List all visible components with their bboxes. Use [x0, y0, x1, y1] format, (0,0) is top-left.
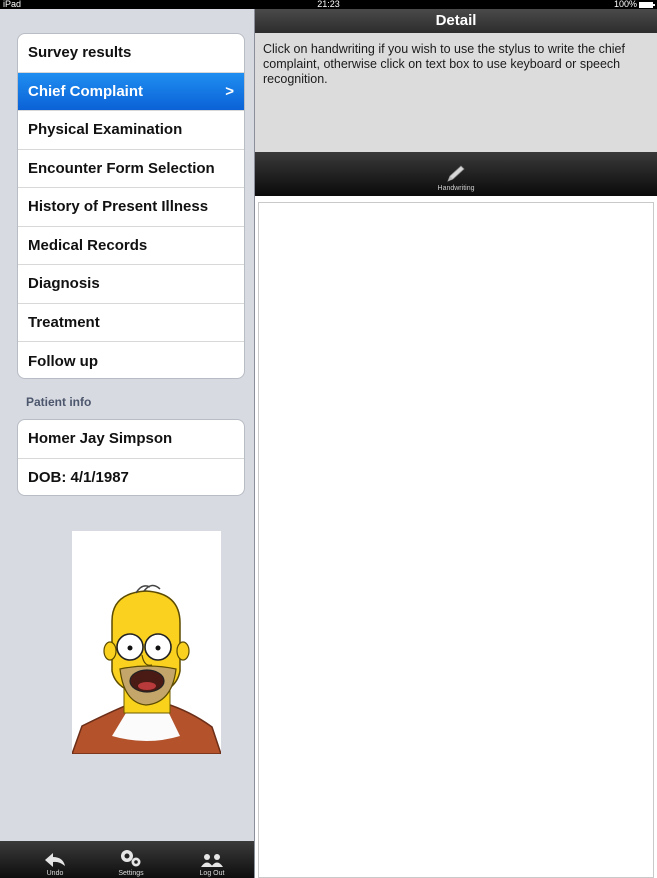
menu-item-treatment[interactable]: Treatment: [18, 304, 244, 342]
menu-item-label: Follow up: [28, 352, 98, 370]
undo-button[interactable]: Undo: [27, 841, 83, 878]
menu-item-physical-examination[interactable]: Physical Examination: [18, 111, 244, 150]
menu-item-label: History of Present Illness: [28, 198, 209, 216]
undo-label: Undo: [46, 870, 64, 877]
logout-label: Log Out: [199, 870, 225, 877]
settings-icon: [121, 850, 141, 867]
settings-button[interactable]: Settings: [103, 841, 159, 878]
patient-info-group: Homer Jay Simpson DOB: 4/1/1987: [17, 419, 245, 496]
logout-icon: [201, 854, 223, 867]
menu-item-encounter-form-selection[interactable]: Encounter Form Selection: [18, 150, 244, 188]
bottom-toolbar: Undo Settings Log Out: [0, 841, 254, 878]
navigation-menu: Survey results Chief Complaint > Physical…: [17, 33, 245, 379]
detail-panel: Detail Click on handwriting if you wish …: [255, 9, 657, 878]
patient-name-text: Homer Jay Simpson: [28, 430, 173, 448]
chevron-right-icon: >: [225, 82, 234, 100]
handwriting-label: Handwriting: [437, 185, 475, 192]
handwriting-button[interactable]: Handwriting: [255, 152, 657, 196]
patient-portrait-image: [70, 584, 223, 755]
logout-button[interactable]: Log Out: [184, 841, 240, 878]
menu-item-label: Diagnosis: [28, 275, 100, 293]
pencil-icon: [447, 165, 465, 182]
settings-label: Settings: [118, 870, 144, 877]
patient-photo: [70, 531, 223, 755]
patient-info-heading: Patient info: [26, 395, 92, 409]
menu-item-follow-up[interactable]: Follow up: [18, 342, 244, 378]
instructions-text: Click on handwriting if you wish to use …: [255, 33, 657, 154]
menu-item-label: Treatment: [28, 313, 100, 331]
menu-item-label: Medical Records: [28, 236, 148, 254]
menu-item-history-of-present-illness[interactable]: History of Present Illness: [18, 188, 244, 227]
menu-item-label: Encounter Form Selection: [28, 159, 215, 177]
menu-item-survey-results[interactable]: Survey results: [18, 34, 244, 73]
patient-dob-text: DOB: 4/1/1987: [28, 469, 129, 487]
menu-item-diagnosis[interactable]: Diagnosis: [18, 265, 244, 304]
undo-icon: [45, 853, 65, 867]
menu-item-label: Physical Examination: [28, 121, 183, 139]
menu-item-medical-records[interactable]: Medical Records: [18, 227, 244, 265]
menu-item-chief-complaint[interactable]: Chief Complaint >: [18, 72, 244, 111]
patient-name: Homer Jay Simpson: [18, 420, 244, 459]
menu-item-label: Survey results: [28, 44, 132, 62]
menu-item-label: Chief Complaint: [28, 82, 143, 100]
chief-complaint-textbox[interactable]: [258, 202, 654, 878]
patient-dob: DOB: 4/1/1987: [18, 459, 244, 496]
master-panel: Survey results Chief Complaint > Physical…: [0, 9, 255, 878]
